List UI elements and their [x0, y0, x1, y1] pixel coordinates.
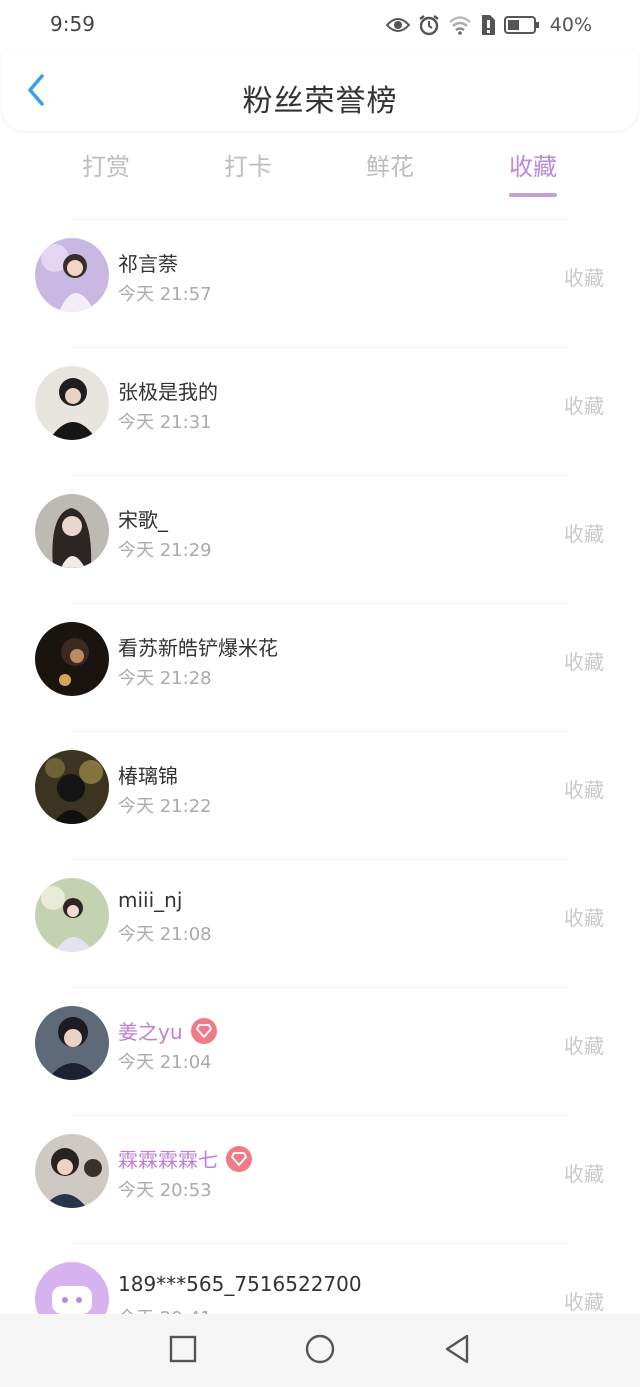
user-name: 宋歌_: [118, 508, 168, 532]
home-button[interactable]: [301, 1332, 339, 1370]
user-name: 祁言萘: [118, 252, 178, 276]
recent-apps-icon: [169, 1335, 197, 1367]
action-label: 收藏: [564, 1162, 604, 1186]
eye-icon: [385, 16, 410, 34]
list-item[interactable]: 宋歌_ 今天 21:29 收藏: [0, 472, 640, 600]
avatar[interactable]: [35, 366, 109, 440]
timestamp: 今天 21:29: [118, 540, 212, 561]
avatar[interactable]: [35, 238, 109, 312]
avatar[interactable]: [35, 1134, 109, 1208]
active-tab-indicator: [509, 193, 557, 197]
avatar[interactable]: [35, 494, 109, 568]
list-item[interactable]: 椿璃锦 今天 21:22 收藏: [0, 728, 640, 856]
list-item[interactable]: 姜之yu 今天 21:04 收藏: [0, 984, 640, 1112]
tab-checkin[interactable]: 打卡: [188, 140, 308, 200]
tab-label: 打卡: [224, 153, 272, 181]
system-nav-bar: [0, 1314, 640, 1387]
timestamp: 今天 20:41: [118, 1304, 212, 1314]
list-item[interactable]: 祁言萘 今天 21:57 收藏: [0, 216, 640, 344]
list-item[interactable]: miii_nj 今天 21:08 收藏: [0, 856, 640, 984]
home-icon: [304, 1333, 336, 1369]
page-title: 粉丝荣誉榜: [242, 84, 398, 119]
user-name: miii_nj: [118, 888, 183, 912]
tab-flowers[interactable]: 鲜花: [330, 140, 450, 200]
timestamp: 今天 20:53: [118, 1180, 212, 1201]
avatar[interactable]: [35, 622, 109, 696]
tab-label: 收藏: [509, 153, 557, 181]
list-item[interactable]: 189***565_7516522700 今天 20:41 收藏: [0, 1240, 640, 1314]
sim-alert-icon: [480, 14, 496, 36]
tab-bar: 打赏 打卡 鲜花 收藏: [0, 140, 640, 208]
avatar[interactable]: [35, 1006, 109, 1080]
action-label: 收藏: [564, 1290, 604, 1314]
back-nav-button[interactable]: [438, 1332, 476, 1370]
user-name: 张极是我的: [118, 380, 218, 404]
diamond-icon: [226, 1145, 252, 1172]
action-label: 收藏: [564, 650, 604, 674]
recent-apps-button[interactable]: [164, 1332, 202, 1370]
battery-percent: 40%: [549, 14, 592, 36]
list-item[interactable]: 霖霖霖霖七 今天 20:53 收藏: [0, 1112, 640, 1240]
action-label: 收藏: [564, 778, 604, 802]
action-label: 收藏: [564, 1034, 604, 1058]
avatar[interactable]: [35, 750, 109, 824]
user-name: 189***565_7516522700: [118, 1272, 362, 1296]
list-item[interactable]: 看苏新皓铲爆米花 今天 21:28 收藏: [0, 600, 640, 728]
default-avatar-icon[interactable]: [35, 1262, 109, 1314]
action-label: 收藏: [564, 394, 604, 418]
status-icons: 40%: [385, 11, 592, 39]
fan-list[interactable]: 祁言萘 今天 21:57 收藏 张极是我的 今天 21:31 收藏 宋歌_ 今天…: [0, 216, 640, 1314]
timestamp: 今天 21:28: [118, 668, 212, 689]
timestamp: 今天 21:08: [118, 924, 212, 945]
timestamp: 今天 21:31: [118, 412, 212, 433]
wifi-icon: [448, 15, 472, 35]
timestamp: 今天 21:57: [118, 284, 212, 305]
user-name: 看苏新皓铲爆米花: [118, 636, 278, 660]
timestamp: 今天 21:22: [118, 796, 212, 817]
tab-reward[interactable]: 打赏: [46, 140, 166, 200]
user-name: 霖霖霖霖七: [118, 1148, 218, 1172]
action-label: 收藏: [564, 522, 604, 546]
status-time: 9:59: [50, 12, 95, 36]
alarm-icon: [418, 14, 440, 36]
status-bar: 9:59 40%: [0, 0, 640, 52]
tab-label: 打赏: [82, 153, 130, 181]
user-name: 姜之yu: [118, 1020, 183, 1044]
user-name: 椿璃锦: [118, 764, 178, 788]
battery-icon: [503, 15, 540, 35]
timestamp: 今天 21:04: [118, 1052, 212, 1073]
tab-favorites[interactable]: 收藏: [473, 140, 593, 200]
back-triangle-icon: [443, 1334, 471, 1368]
avatar[interactable]: [35, 878, 109, 952]
tab-label: 鲜花: [366, 153, 414, 181]
diamond-icon: [190, 1017, 217, 1044]
action-label: 收藏: [564, 906, 604, 930]
header: 粉丝荣誉榜: [2, 52, 638, 131]
list-item[interactable]: 张极是我的 今天 21:31 收藏: [0, 344, 640, 472]
action-label: 收藏: [564, 266, 604, 290]
